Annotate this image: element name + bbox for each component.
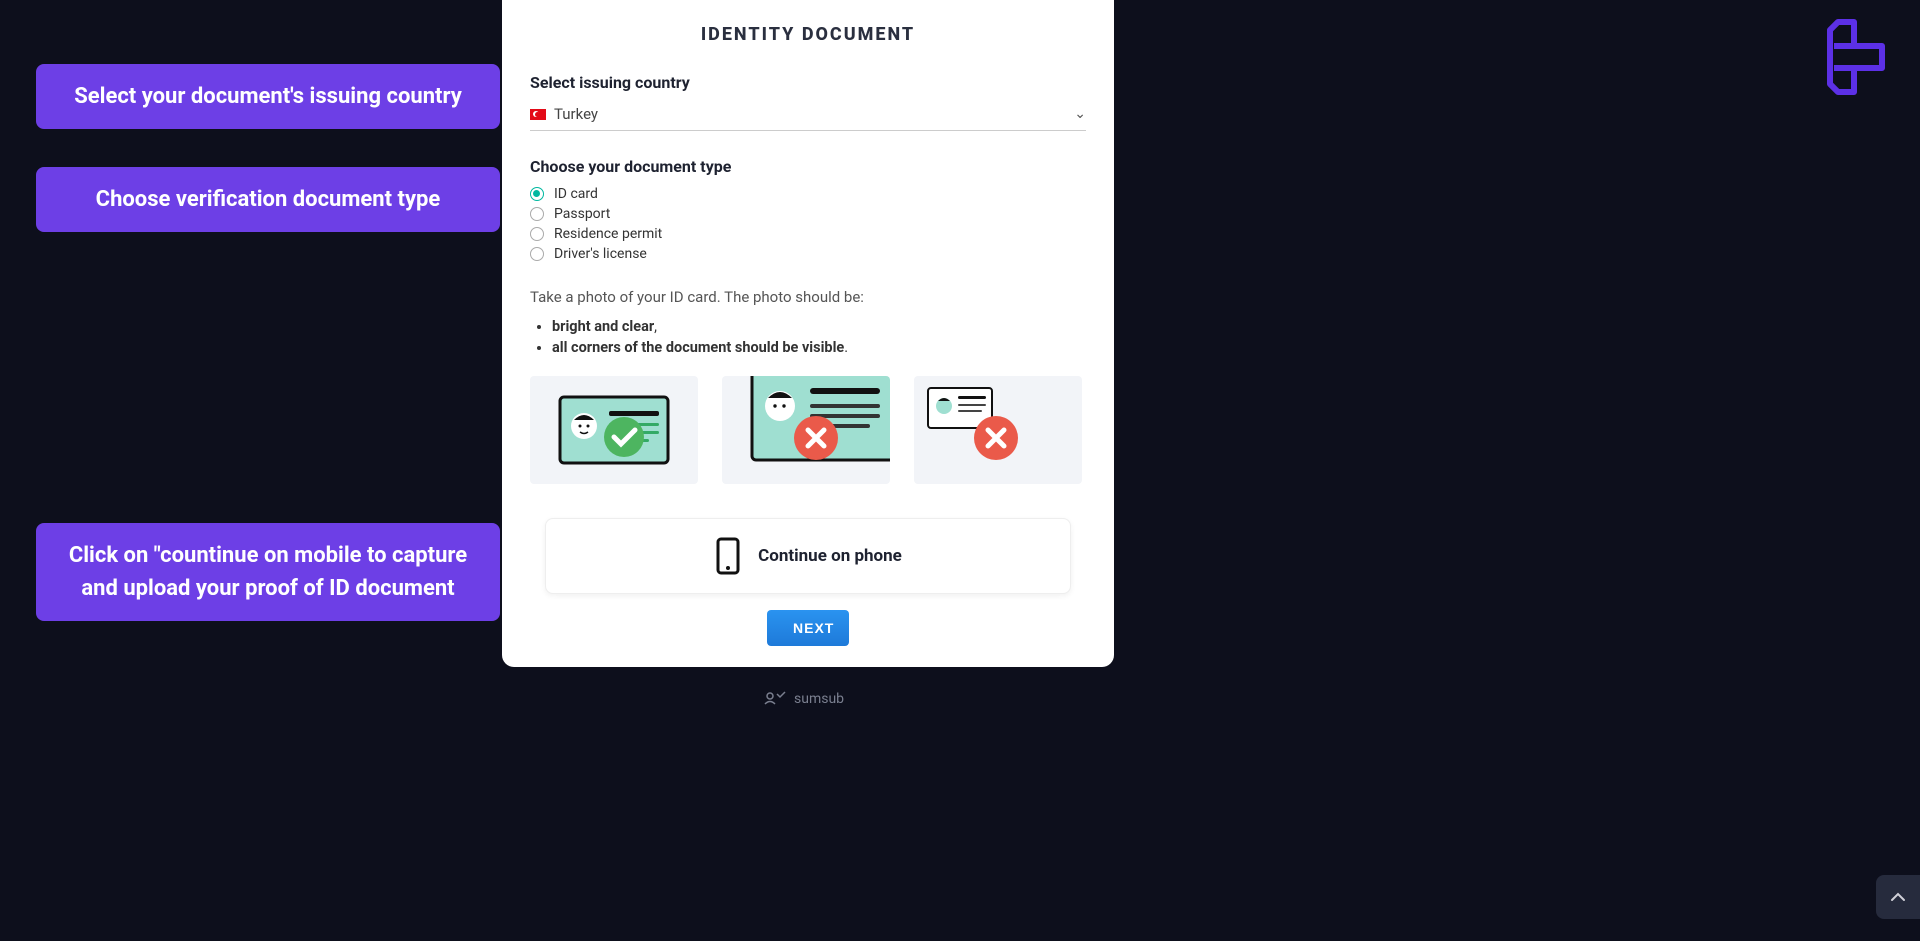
radio-passport[interactable]: Passport	[530, 204, 1086, 224]
radio-residence-permit[interactable]: Residence permit	[530, 224, 1086, 244]
id-bad-small-illustration-icon	[914, 376, 1082, 484]
doc-type-radio-group: ID card Passport Residence permit Driver…	[530, 184, 1086, 264]
next-button-label: NEXT	[793, 620, 834, 636]
example-bad-cropped	[722, 376, 890, 484]
card-title: IDENTITY DOCUMENT	[530, 24, 1086, 45]
country-value-wrap: Turkey	[530, 105, 598, 123]
radio-label: ID card	[554, 186, 598, 202]
requirement-tail: ,	[654, 318, 657, 335]
id-good-illustration-icon	[554, 391, 674, 469]
provider-brand-text: sumsub	[794, 691, 844, 707]
scroll-to-top-button[interactable]	[1876, 875, 1920, 919]
photo-examples-row	[530, 376, 1086, 484]
requirement-item: all corners of the document should be vi…	[552, 337, 1086, 358]
brand-logo-icon	[1826, 18, 1890, 96]
radio-icon	[530, 227, 544, 241]
radio-drivers-license[interactable]: Driver's license	[530, 244, 1086, 264]
example-good	[530, 376, 698, 484]
callout-text: Click on "countinue on mobile to capture…	[69, 543, 467, 601]
continue-on-phone-label: Continue on phone	[758, 546, 902, 566]
radio-icon	[530, 187, 544, 201]
continue-on-phone-button[interactable]: Continue on phone	[545, 518, 1071, 594]
radio-icon	[530, 207, 544, 221]
radio-label: Residence permit	[554, 226, 662, 242]
radio-icon	[530, 247, 544, 261]
turkey-flag-icon	[530, 109, 546, 120]
photo-instruction: Take a photo of your ID card. The photo …	[530, 288, 1086, 306]
next-button[interactable]: NEXT	[767, 610, 849, 646]
chevron-down-icon: ⌄	[1074, 106, 1086, 122]
callout-doctype-instruction: Choose verification document type	[36, 167, 500, 232]
sumsub-logo-icon	[762, 690, 786, 708]
radio-id-card[interactable]: ID card	[530, 184, 1086, 204]
callout-country-instruction: Select your document's issuing country	[36, 64, 500, 129]
doc-type-label: Choose your document type	[530, 157, 1086, 176]
country-select[interactable]: Turkey ⌄	[530, 100, 1086, 131]
chevron-up-icon	[1889, 888, 1907, 906]
callout-text: Select your document's issuing country	[74, 84, 462, 109]
radio-label: Passport	[554, 206, 610, 222]
callout-text: Choose verification document type	[96, 187, 441, 212]
requirement-tail: .	[844, 339, 848, 356]
id-bad-crop-illustration-icon	[722, 376, 890, 484]
country-label: Select issuing country	[530, 73, 1086, 92]
identity-document-card: IDENTITY DOCUMENT Select issuing country…	[502, 0, 1114, 667]
radio-label: Driver's license	[554, 246, 647, 262]
photo-requirements-list: bright and clear, all corners of the doc…	[552, 316, 1086, 358]
phone-icon	[714, 537, 742, 575]
example-bad-small	[914, 376, 1082, 484]
requirement-bold: bright and clear	[552, 318, 654, 335]
requirement-bold: all corners of the document should be vi…	[552, 339, 844, 356]
callout-continue-instruction: Click on "countinue on mobile to capture…	[36, 523, 500, 621]
country-value: Turkey	[554, 105, 598, 123]
provider-brand: sumsub	[762, 690, 844, 708]
requirement-item: bright and clear,	[552, 316, 1086, 337]
